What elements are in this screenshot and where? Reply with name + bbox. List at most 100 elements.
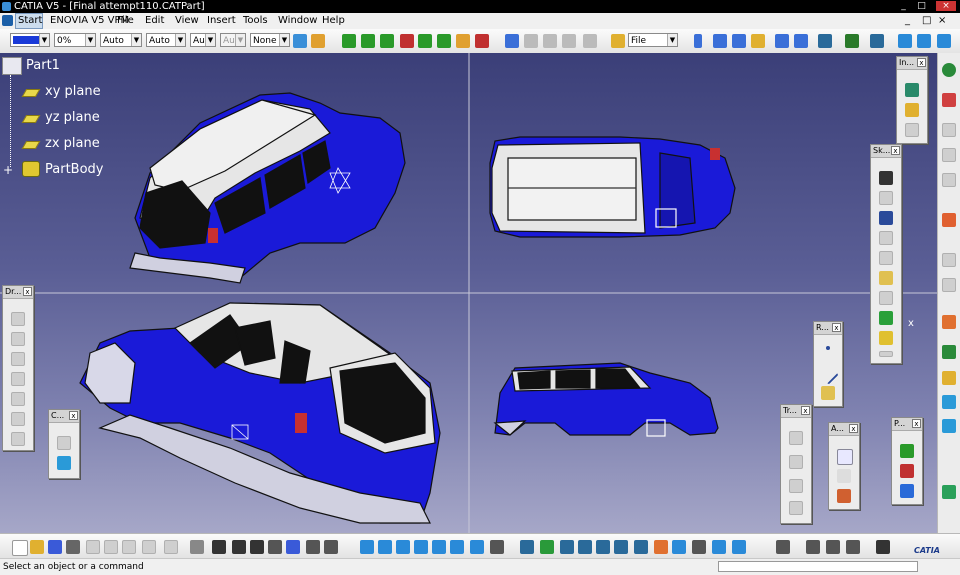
line-icon[interactable] <box>713 34 727 48</box>
menu-help[interactable]: Help <box>322 13 345 29</box>
rendering-style-combo[interactable]: Aut ▼ <box>220 33 246 47</box>
measure-between-icon[interactable] <box>776 540 790 554</box>
bottom-view-icon[interactable] <box>470 540 484 554</box>
flag-note-icon[interactable] <box>837 469 851 483</box>
compass-icon[interactable] <box>845 34 859 48</box>
left-view-icon[interactable] <box>414 540 428 554</box>
rotate-icon[interactable] <box>578 540 592 554</box>
right-view-icon[interactable] <box>432 540 446 554</box>
capture-icon[interactable] <box>876 540 890 554</box>
sketch-icon[interactable] <box>879 171 893 185</box>
redo-icon[interactable] <box>164 540 178 554</box>
tree-root-part1[interactable]: Part1 <box>26 58 60 73</box>
view-mode-icon[interactable] <box>732 540 746 554</box>
fit-all-icon[interactable] <box>540 540 554 554</box>
color-combo[interactable]: ▼ <box>10 33 50 47</box>
open-catalog-icon[interactable] <box>611 34 625 48</box>
mirror-icon[interactable] <box>789 455 803 469</box>
analysis-icon[interactable] <box>942 253 956 267</box>
menu-start[interactable]: Start <box>15 13 43 29</box>
copy-icon[interactable] <box>104 540 118 554</box>
measure-item-icon[interactable] <box>806 540 820 554</box>
rectangle-icon[interactable] <box>879 231 893 245</box>
layer-combo[interactable]: None ▼ <box>250 33 290 47</box>
line-icon[interactable] <box>817 363 839 385</box>
3d-viewport[interactable]: Part1 xy plane yz plane zx plane + PartB… <box>0 53 937 533</box>
measure-icon[interactable] <box>400 34 414 48</box>
point-icon[interactable] <box>694 34 702 48</box>
text-annotation-icon[interactable] <box>837 449 853 465</box>
swap-visible-space-icon[interactable] <box>475 34 489 48</box>
parameters-icon[interactable] <box>524 34 538 48</box>
body-icon[interactable] <box>57 456 71 470</box>
part-design-icon[interactable] <box>942 123 956 137</box>
stack-icon[interactable] <box>942 395 956 409</box>
ordered-set-icon[interactable] <box>905 123 919 137</box>
menu-edit[interactable]: Edit <box>145 13 164 29</box>
shape-design-icon[interactable] <box>942 173 956 187</box>
wireframe-icon[interactable] <box>937 34 951 48</box>
front-view-icon[interactable] <box>378 540 392 554</box>
url-icon[interactable] <box>250 540 264 554</box>
menu-tools[interactable]: Tools <box>243 13 268 29</box>
print-icon[interactable] <box>66 540 80 554</box>
menu-window[interactable]: Window <box>278 13 317 29</box>
back-view-icon[interactable] <box>396 540 410 554</box>
surface-icon[interactable] <box>898 34 912 48</box>
zoom-in-icon[interactable] <box>380 34 394 48</box>
formula-icon[interactable] <box>543 34 557 48</box>
constraint-icon[interactable] <box>57 436 71 450</box>
close-icon[interactable]: x <box>69 411 78 420</box>
extrude-icon[interactable] <box>751 34 765 48</box>
line-thickness-combo[interactable]: Auto ▼ <box>100 33 142 47</box>
product-icon[interactable] <box>900 444 914 458</box>
paste-icon[interactable] <box>122 540 136 554</box>
shading-icon[interactable] <box>672 540 686 554</box>
surface-design-icon[interactable] <box>942 148 956 162</box>
light-icon[interactable] <box>846 540 860 554</box>
tools-icon[interactable] <box>942 345 956 359</box>
profile-icon[interactable] <box>879 211 893 225</box>
close-icon[interactable]: x <box>891 146 900 155</box>
graphic-properties-icon[interactable] <box>311 34 325 48</box>
catalog-icon[interactable] <box>306 540 320 554</box>
eraser-icon[interactable] <box>942 419 956 433</box>
hide-show-icon[interactable] <box>456 34 470 48</box>
insert-body-icon[interactable] <box>905 83 919 97</box>
top-view-icon[interactable] <box>450 540 464 554</box>
pan-icon[interactable] <box>560 540 574 554</box>
close-icon[interactable]: x <box>917 58 926 67</box>
menu-file[interactable]: File <box>117 13 134 29</box>
pocket-icon[interactable] <box>11 332 25 346</box>
open-file-icon[interactable] <box>30 540 44 554</box>
hole-icon[interactable] <box>11 392 25 406</box>
restore-button[interactable]: □ <box>916 1 927 11</box>
shaft-icon[interactable] <box>11 352 25 366</box>
cut-icon[interactable] <box>86 540 100 554</box>
minimize-button[interactable]: _ <box>898 1 909 11</box>
pad-icon[interactable] <box>11 312 25 326</box>
plane-icon[interactable] <box>732 34 746 48</box>
tree-item-partbody[interactable]: PartBody <box>45 162 103 177</box>
transparency-combo[interactable]: 0% ▼ <box>54 33 96 47</box>
rotate-icon[interactable] <box>361 34 375 48</box>
swap-space-icon[interactable] <box>712 540 726 554</box>
join-icon[interactable] <box>775 34 789 48</box>
line-type-combo[interactable]: Auto ▼ <box>146 33 186 47</box>
normal-view-icon[interactable] <box>634 540 648 554</box>
close-icon[interactable]: x <box>912 419 921 428</box>
select-icon[interactable] <box>942 315 956 329</box>
iso-view-icon[interactable] <box>360 540 374 554</box>
format-painter-icon[interactable] <box>293 34 307 48</box>
snap-icon[interactable] <box>942 371 956 385</box>
point-icon[interactable] <box>826 346 830 350</box>
create-multi-view-icon[interactable] <box>437 34 451 48</box>
command-input[interactable] <box>718 561 918 572</box>
save-icon[interactable] <box>48 540 62 554</box>
whats-this-icon[interactable] <box>190 540 204 554</box>
table-icon[interactable] <box>268 540 282 554</box>
tree-item-xy-plane[interactable]: xy plane <box>45 84 101 99</box>
3d-annotation-icon[interactable] <box>837 489 851 503</box>
file-combo[interactable]: File ▼ <box>628 33 678 47</box>
sketcher-icon[interactable] <box>505 34 519 48</box>
